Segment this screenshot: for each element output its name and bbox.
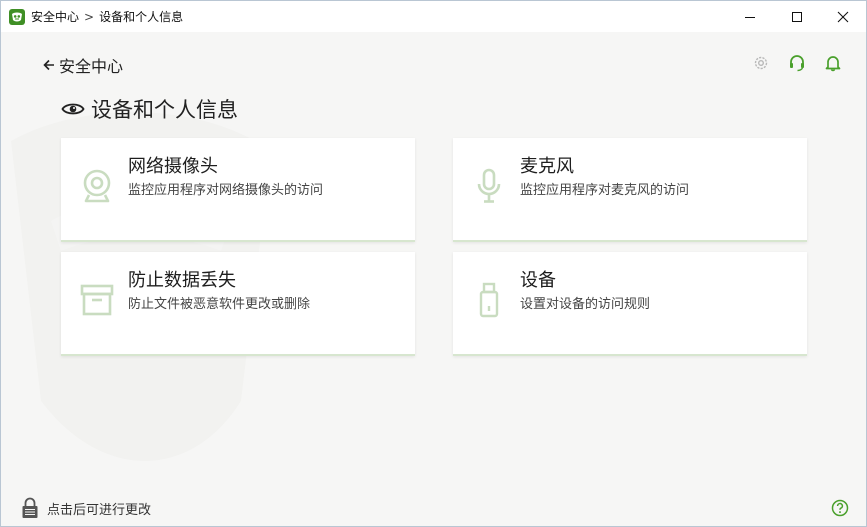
data-loss-prevention-card[interactable]: 防止数据丢失 防止文件被恶意软件更改或删除 <box>61 252 415 356</box>
microphone-card[interactable]: 麦克风 监控应用程序对麦克风的访问 <box>453 138 807 242</box>
page-title-text: 设备和个人信息 <box>91 98 238 122</box>
devices-card[interactable]: 设备 设置对设备的访问规则 <box>453 252 807 356</box>
card-title: 设备 <box>520 270 556 291</box>
app-logo-icon <box>9 8 25 25</box>
headset-icon <box>790 55 804 72</box>
close-button[interactable] <box>820 1 866 32</box>
notifications-button[interactable] <box>823 53 843 73</box>
archive-box-icon <box>79 282 115 318</box>
minimize-button[interactable] <box>727 1 773 32</box>
arrow-left-icon <box>43 59 54 71</box>
unlock-settings-label: 点击后可进行更改 <box>47 502 152 518</box>
gear-icon <box>754 56 768 70</box>
card-description: 防止文件被恶意软件更改或删除 <box>128 297 311 312</box>
unlock-settings-button[interactable]: 点击后可进行更改 <box>21 497 151 519</box>
webcam-icon <box>79 168 115 204</box>
card-title: 网络摄像头 <box>128 156 218 177</box>
title-app-name: 安全中心 <box>31 10 80 24</box>
app-window: 安全中心 > 设备和个人信息 安全中心 设备和个人信息 网络摄像头 监控应用程序… <box>0 0 867 527</box>
title-current-page: 设备和个人信息 <box>99 10 184 24</box>
title-bar: 安全中心 > 设备和个人信息 <box>1 1 866 32</box>
title-separator: > <box>84 9 95 24</box>
card-description: 监控应用程序对麦克风的访问 <box>520 183 690 198</box>
webcam-card[interactable]: 网络摄像头 监控应用程序对网络摄像头的访问 <box>61 138 415 242</box>
back-link-label: 安全中心 <box>59 57 124 76</box>
settings-button[interactable] <box>751 53 771 73</box>
card-description: 设置对设备的访问规则 <box>520 297 651 312</box>
card-title: 麦克风 <box>520 156 574 177</box>
help-icon[interactable] <box>831 499 849 517</box>
minimize-icon <box>745 16 755 18</box>
usb-drive-icon <box>471 282 507 318</box>
microphone-icon <box>471 168 507 204</box>
eye-icon <box>61 103 85 115</box>
card-title: 防止数据丢失 <box>128 270 236 291</box>
maximize-button[interactable] <box>774 1 820 32</box>
close-icon <box>837 11 849 22</box>
page-title: 设备和个人信息 <box>61 94 238 124</box>
bell-icon <box>825 56 841 72</box>
support-button[interactable] <box>787 53 807 73</box>
back-link[interactable]: 安全中心 <box>43 53 123 77</box>
lock-icon <box>22 497 38 518</box>
maximize-icon <box>792 11 802 22</box>
card-description: 监控应用程序对网络摄像头的访问 <box>128 183 324 198</box>
